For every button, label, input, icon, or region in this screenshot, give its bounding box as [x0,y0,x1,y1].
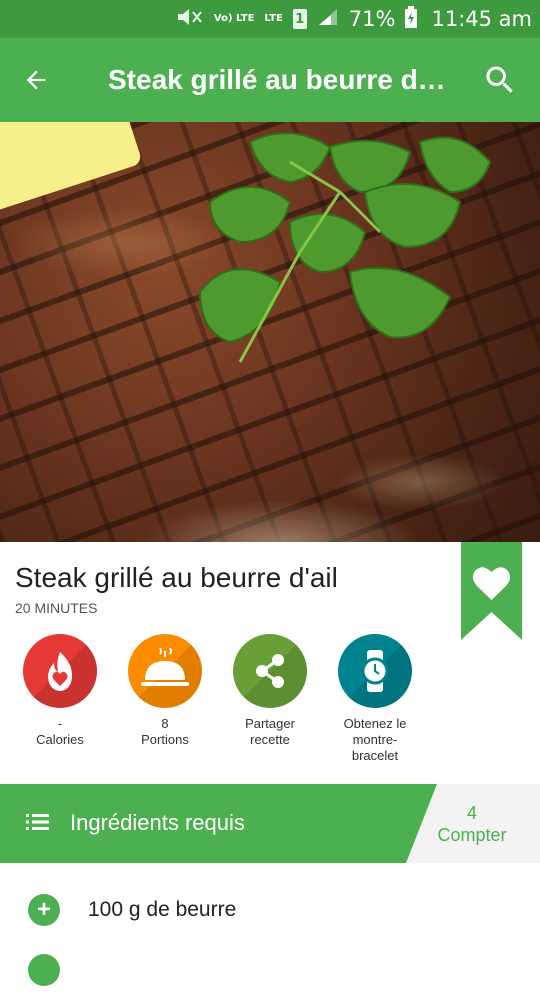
calories-action[interactable]: - Calories [5,634,115,748]
list-item-partial[interactable] [0,940,540,1000]
ingredient-text: 100 g de beurre [88,898,237,921]
search-icon [486,66,513,93]
network-label: LTE [264,13,283,24]
mute-icon [176,7,204,31]
ingredients-title: Ingrédients requis [70,810,245,835]
signal-icon [317,7,339,31]
list-icon [26,814,49,830]
parsley-garnish [198,132,492,363]
toolbar-title: Steak grillé au beurre d'ail [108,64,448,95]
recipe-duration: 20 MINUTES [15,600,98,616]
app-toolbar: Steak grillé au beurre d'ail [0,38,540,122]
recipe-photo [0,122,540,542]
calories-icon [23,634,97,708]
add-icon[interactable] [28,954,60,986]
recipe-actions: - Calories 8 Portions Partager recette O… [0,634,540,774]
ingredient-count: 4 Compter [437,803,507,845]
watch-action[interactable]: Obtenez le montre- bracelet [320,634,430,764]
back-button[interactable] [0,38,72,122]
battery-percent: 71% [348,7,396,31]
search-button[interactable] [482,62,518,98]
clock: 11:45 am [431,7,532,31]
favorite-button[interactable] [461,542,522,640]
status-bar: Vo) LTE LTE 1 71% 11:45 am [0,0,540,38]
portions-icon [128,634,202,708]
list-item[interactable]: + 100 g de beurre [0,880,540,940]
portions-action[interactable]: 8 Portions [110,634,220,748]
battery-icon [405,6,418,32]
add-icon[interactable]: + [28,894,60,926]
share-action[interactable]: Partager recette [215,634,325,748]
sim-icon: 1 [292,9,307,29]
share-icon [233,634,307,708]
recipe-title: Steak grillé au beurre d'ail [15,562,338,593]
watch-icon [338,634,412,708]
arrow-left-icon [26,70,46,90]
volte-label: Vo) LTE [213,13,255,24]
